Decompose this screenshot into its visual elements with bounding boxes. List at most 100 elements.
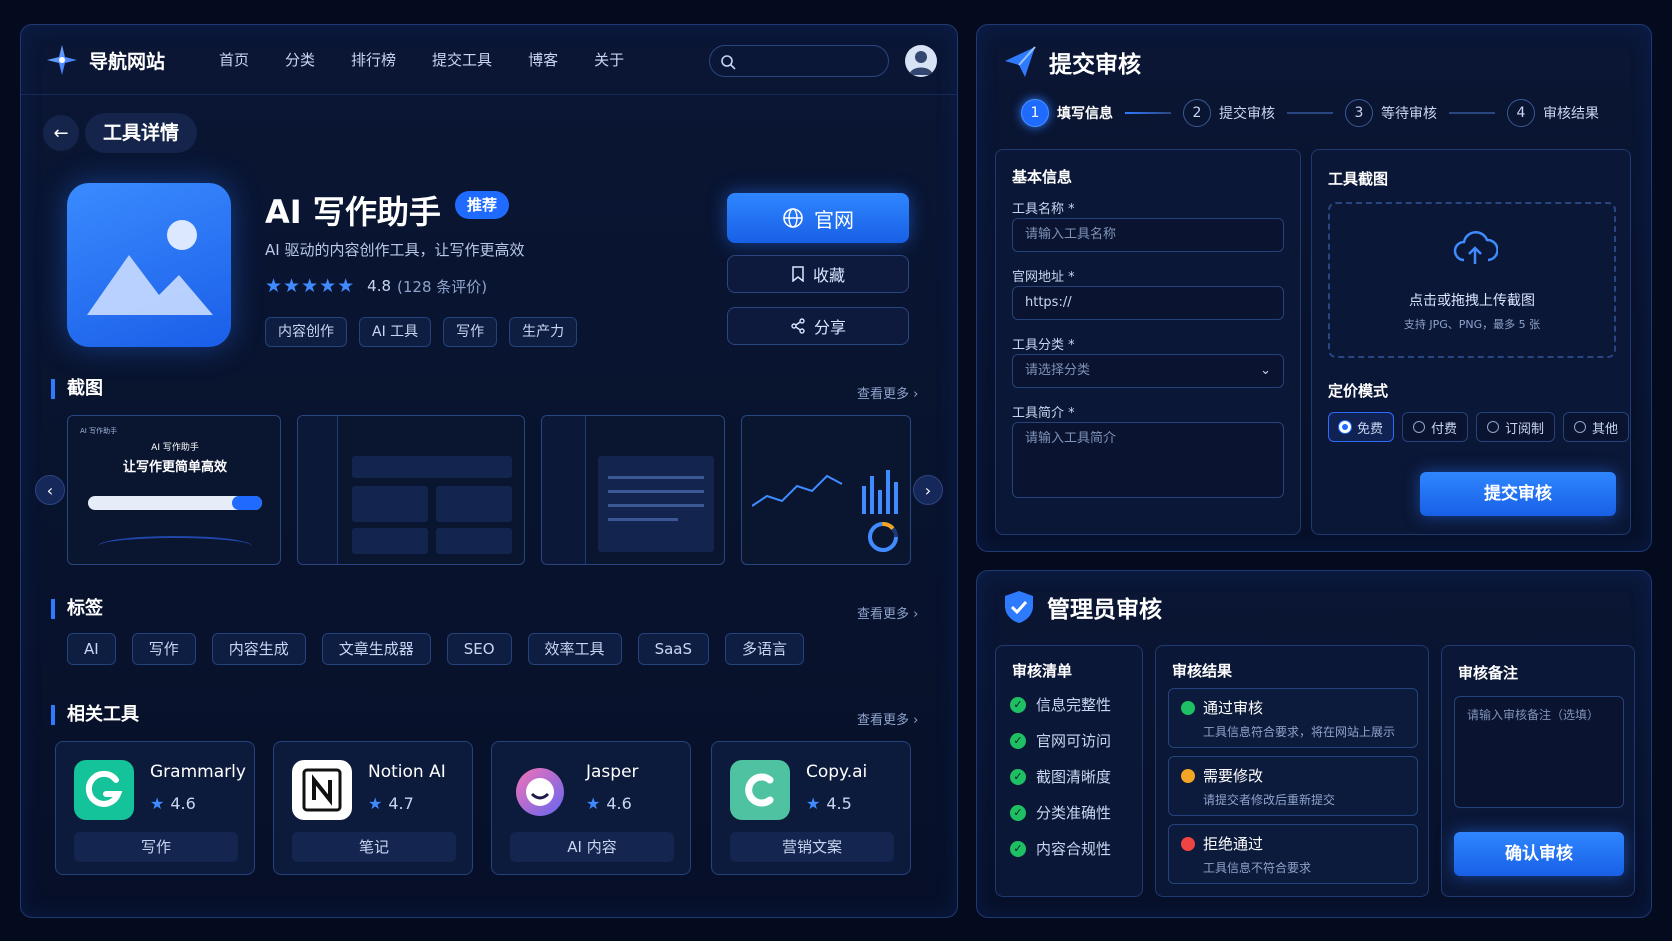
related-card-notion[interactable]: Notion AI ★ 4.7 笔记 bbox=[273, 741, 473, 875]
tag-chip[interactable]: SaaS bbox=[637, 633, 709, 665]
share-button[interactable]: 分享 bbox=[727, 307, 909, 345]
tag-chip[interactable]: SEO bbox=[446, 633, 512, 665]
nav-link-blog[interactable]: 博客 bbox=[528, 49, 558, 70]
tool-name: AI 写作助手 bbox=[265, 193, 441, 231]
check-circle-icon: ✓ bbox=[1010, 732, 1026, 749]
carousel-next-button[interactable]: › bbox=[913, 475, 943, 505]
nav-link-about[interactable]: 关于 bbox=[594, 49, 624, 70]
related-more-link[interactable]: 查看更多 › bbox=[857, 709, 918, 728]
rating-value: 4.5 bbox=[826, 794, 852, 813]
nav-link-category[interactable]: 分类 bbox=[285, 49, 315, 70]
check-circle-icon: ✓ bbox=[1010, 804, 1026, 821]
nav-link-submit[interactable]: 提交工具 bbox=[432, 49, 492, 70]
url-input[interactable]: https:// bbox=[1012, 286, 1284, 320]
checklist-label: 官网可访问 bbox=[1036, 732, 1112, 750]
related-card-jasper[interactable]: Jasper ★ 4.6 AI 内容 bbox=[491, 741, 691, 875]
pricing-paid-radio[interactable]: 付费 bbox=[1402, 412, 1469, 442]
brand[interactable]: 导航网站 bbox=[45, 43, 165, 77]
tags-title: 标签 bbox=[51, 599, 103, 619]
star-icon: ★ bbox=[586, 794, 601, 813]
checklist-label: 截图清晰度 bbox=[1036, 768, 1112, 786]
nav-link-ranking[interactable]: 排行榜 bbox=[351, 49, 396, 70]
nav-link-home[interactable]: 首页 bbox=[219, 49, 249, 70]
user-icon bbox=[909, 51, 933, 75]
more-label: 查看更多 bbox=[857, 607, 910, 622]
star-icon: ★ bbox=[368, 794, 383, 813]
step-4: 4 审核结果 bbox=[1507, 99, 1599, 127]
back-button[interactable]: ← bbox=[43, 115, 79, 151]
step-2: 2 提交审核 bbox=[1183, 99, 1275, 127]
submit-review-button[interactable]: 提交审核 bbox=[1420, 472, 1616, 516]
reject-status-dot bbox=[1181, 837, 1195, 851]
tag-chip[interactable]: 文章生成器 bbox=[321, 633, 431, 665]
shield-check-icon bbox=[1005, 591, 1033, 623]
rating-value: 4.8 bbox=[367, 277, 392, 295]
pricing-free-radio[interactable]: 免费 bbox=[1328, 412, 1395, 442]
review-note-textarea[interactable]: 请输入审核备注（选填） bbox=[1454, 696, 1624, 808]
bookmark-icon bbox=[792, 266, 804, 282]
checklist-item: ✓ 官网可访问 bbox=[1010, 730, 1111, 751]
tags-more-link[interactable]: 查看更多 › bbox=[857, 603, 918, 622]
result-approve-option[interactable]: 通过审核 工具信息符合要求，将在网站上展示 bbox=[1168, 688, 1418, 748]
search-input[interactable] bbox=[709, 45, 889, 77]
upload-dropzone[interactable]: 点击或拖拽上传截图 支持 JPG、PNG，最多 5 张 bbox=[1328, 202, 1616, 358]
user-avatar[interactable] bbox=[905, 45, 937, 77]
result-title: 审核结果 bbox=[1172, 662, 1233, 680]
tool-tag[interactable]: 生产力 bbox=[509, 317, 578, 347]
approve-status-dot bbox=[1181, 701, 1195, 715]
shot-glow bbox=[98, 536, 252, 556]
radio-label: 其他 bbox=[1592, 421, 1619, 437]
pricing-subscription-radio[interactable]: 订阅制 bbox=[1476, 412, 1556, 442]
checklist-item: ✓ 分类准确性 bbox=[1010, 802, 1111, 823]
result-revise-option[interactable]: 需要修改 请提交者修改后重新提交 bbox=[1168, 756, 1418, 816]
tool-name-input[interactable]: 请输入工具名称 bbox=[1012, 218, 1284, 252]
intro-textarea[interactable]: 请输入工具简介 bbox=[1012, 422, 1284, 498]
tag-chip[interactable]: 效率工具 bbox=[527, 633, 622, 665]
confirm-review-button[interactable]: 确认审核 bbox=[1454, 832, 1624, 876]
review-count: (128 条评价) bbox=[397, 277, 488, 296]
screenshot-thumb-3[interactable] bbox=[541, 415, 725, 565]
submit-header: 提交审核 bbox=[1003, 45, 1141, 79]
star-icon: ★ bbox=[806, 794, 821, 813]
share-icon bbox=[791, 318, 805, 334]
nav-links: 首页 分类 排行榜 提交工具 博客 关于 bbox=[219, 49, 660, 70]
basic-info-box: 基本信息 工具名称 * 请输入工具名称 官网地址 * https:// 工具分类… bbox=[995, 149, 1301, 535]
related-rating: ★ 4.6 bbox=[150, 794, 196, 813]
category-select[interactable]: 请选择分类 ⌄ bbox=[1012, 354, 1284, 388]
screenshot-title: 工具截图 bbox=[1328, 170, 1389, 188]
result-option-desc: 工具信息符合要求，将在网站上展示 bbox=[1203, 725, 1396, 739]
screenshots-more-link[interactable]: 查看更多 › bbox=[857, 383, 918, 402]
tag-chip[interactable]: 写作 bbox=[131, 633, 196, 665]
tool-detail-panel: 导航网站 首页 分类 排行榜 提交工具 博客 关于 ← 工具详情 AI 写作助手… bbox=[20, 24, 958, 918]
tag-chip[interactable]: 内容生成 bbox=[211, 633, 306, 665]
tool-tags: 内容创作 AI 工具 写作 生产力 bbox=[265, 317, 578, 347]
tool-description: AI 驱动的内容创作工具，让写作更高效 bbox=[265, 241, 525, 259]
result-option-desc: 工具信息不符合要求 bbox=[1203, 861, 1312, 875]
collect-button[interactable]: 收藏 bbox=[727, 255, 909, 293]
related-title: 相关工具 bbox=[51, 705, 139, 725]
category-label: 工具分类 * bbox=[1012, 338, 1075, 353]
result-box: 审核结果 通过审核 工具信息符合要求，将在网站上展示 需要修改 请提交者修改后重… bbox=[1155, 645, 1429, 897]
related-card-grammarly[interactable]: Grammarly ★ 4.6 写作 bbox=[55, 741, 255, 875]
tag-chip[interactable]: 多语言 bbox=[725, 633, 805, 665]
tool-tag[interactable]: 内容创作 bbox=[265, 317, 347, 347]
related-card-copyai[interactable]: Copy.ai ★ 4.5 营销文案 bbox=[711, 741, 911, 875]
screenshot-thumb-1[interactable]: AI 写作助手 AI 写作助手 让写作更简单高效 bbox=[67, 415, 281, 565]
pricing-other-radio[interactable]: 其他 bbox=[1563, 412, 1630, 442]
official-site-button[interactable]: 官网 bbox=[727, 193, 909, 243]
screenshot-thumb-4[interactable] bbox=[741, 415, 911, 565]
tool-tag[interactable]: AI 工具 bbox=[359, 317, 432, 347]
submit-review-panel: 提交审核 1 填写信息 2 提交审核 3 等待审核 4 审核结果 基本信息 工具名称 *… bbox=[976, 24, 1652, 552]
shot-heading: AI 写作助手 bbox=[151, 443, 199, 453]
related-rating: ★ 4.7 bbox=[368, 794, 414, 813]
recommended-badge: 推荐 bbox=[455, 191, 510, 219]
revise-status-dot bbox=[1181, 769, 1195, 783]
tool-tag[interactable]: 写作 bbox=[443, 317, 498, 347]
step-label: 提交审核 bbox=[1219, 106, 1275, 122]
radio-label: 免费 bbox=[1357, 421, 1384, 437]
carousel-prev-button[interactable]: ‹ bbox=[35, 475, 65, 505]
screenshot-thumb-2[interactable] bbox=[297, 415, 525, 565]
result-option-title: 通过审核 bbox=[1203, 699, 1264, 717]
tag-chip[interactable]: AI bbox=[67, 633, 116, 665]
result-reject-option[interactable]: 拒绝通过 工具信息不符合要求 bbox=[1168, 824, 1418, 884]
